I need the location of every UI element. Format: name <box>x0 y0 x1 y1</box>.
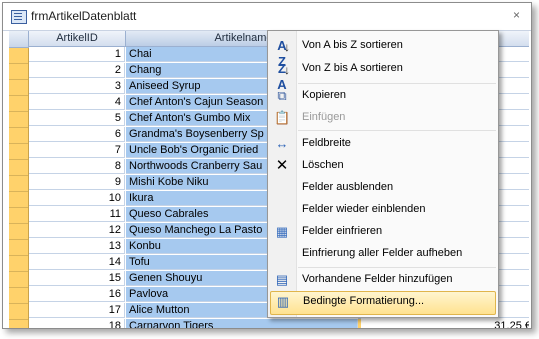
record-selector[interactable] <box>9 207 28 224</box>
context-menu: A Z ↓ Von A bis Z sortieren Z A ↓ Von Z bis … <box>267 30 499 318</box>
close-icon[interactable]: × <box>513 9 525 21</box>
freeze-icon: ▦ <box>275 224 289 239</box>
field-width-icon: ↔ <box>275 136 289 151</box>
cell-artikelid[interactable]: 14 <box>29 255 125 270</box>
menu-separator <box>298 130 496 131</box>
cell-artikelid[interactable]: 13 <box>29 239 125 254</box>
delete-icon: ✕ <box>275 157 289 174</box>
cell-hidden-column[interactable]: 31,25 € <box>362 319 529 328</box>
conditional-format-icon: ▥ <box>276 294 290 309</box>
record-selector[interactable] <box>9 63 28 80</box>
menu-item-label: Einfrierung aller Felder aufheben <box>302 247 463 259</box>
window-title: frmArtikelDatenblatt <box>31 9 137 23</box>
cell-artikelid[interactable]: 6 <box>29 127 125 142</box>
cell-artikelid[interactable]: 1 <box>29 47 125 62</box>
cell-artikelid[interactable]: 15 <box>29 271 125 286</box>
sort-ascending-icon: A Z ↓ <box>277 38 290 69</box>
record-selector[interactable] <box>9 79 28 96</box>
menu-item-paste: 📋 Einfügen <box>268 107 498 129</box>
record-selector[interactable] <box>9 319 28 328</box>
cell-artikelid[interactable]: 11 <box>29 207 125 222</box>
record-selector[interactable] <box>9 47 28 64</box>
menu-item-sort-descending[interactable]: Z A ↓ Von Z bis A sortieren <box>268 58 498 92</box>
cell-artikelname[interactable]: Carnarvon Tigers <box>126 319 358 328</box>
menu-item-copy[interactable]: ⧉ Kopieren <box>268 85 498 107</box>
menu-item-label: Kopieren <box>302 89 347 101</box>
cell-artikelid[interactable]: 16 <box>29 287 125 302</box>
select-all-button[interactable] <box>9 31 29 48</box>
menu-item-freeze-fields[interactable]: ▦ Felder einfrieren <box>268 221 498 243</box>
cell-artikelid[interactable]: 7 <box>29 143 125 158</box>
record-selector[interactable] <box>9 175 28 192</box>
menu-item-label: Felder wieder einblenden <box>302 203 426 215</box>
column-header-artikelid[interactable]: ArtikelID <box>29 31 126 47</box>
cell-artikelid[interactable]: 18 <box>29 319 125 328</box>
menu-item-label: Feldbreite <box>302 137 351 149</box>
menu-item-add-existing-fields[interactable]: ▤ Vorhandene Felder hinzufügen <box>268 269 498 291</box>
menu-item-field-width[interactable]: ↔ Feldbreite <box>268 133 498 155</box>
record-selector[interactable] <box>9 111 28 128</box>
cell-artikelid[interactable]: 17 <box>29 303 125 318</box>
menu-item-label: Bedingte Formatierung... <box>303 295 425 307</box>
menu-item-delete[interactable]: ✕ Löschen <box>268 155 498 177</box>
record-selector[interactable] <box>9 143 28 160</box>
cell-artikelid[interactable]: 12 <box>29 223 125 238</box>
menu-item-label: Felder ausblenden <box>302 181 394 193</box>
menu-item-label: Löschen <box>302 159 344 171</box>
table-row[interactable]: 18Carnarvon Tigers31,25 €42 <box>29 319 529 328</box>
menu-item-sort-ascending[interactable]: A Z ↓ Von A bis Z sortieren <box>268 35 498 69</box>
record-selector[interactable] <box>9 159 28 176</box>
menu-item-label: Von Z bis A sortieren <box>302 62 403 74</box>
record-selector[interactable] <box>9 191 28 208</box>
cell-artikelid[interactable]: 4 <box>29 95 125 110</box>
record-selector[interactable] <box>9 255 28 272</box>
cell-artikelid[interactable]: 5 <box>29 111 125 126</box>
menu-item-unfreeze-all[interactable]: Einfrierung aller Felder aufheben <box>268 243 498 265</box>
cell-artikelid[interactable]: 9 <box>29 175 125 190</box>
selection-edge <box>358 319 361 328</box>
title-bar: frmArtikelDatenblatt × <box>3 3 531 31</box>
cell-artikelid[interactable]: 8 <box>29 159 125 174</box>
add-fields-icon: ▤ <box>275 272 289 287</box>
menu-item-label: Von A bis Z sortieren <box>302 39 403 51</box>
record-selector[interactable] <box>9 127 28 144</box>
menu-item-hide-fields[interactable]: Felder ausblenden <box>268 177 498 199</box>
cell-artikelid[interactable]: 3 <box>29 79 125 94</box>
menu-item-unhide-fields[interactable]: Felder wieder einblenden <box>268 199 498 221</box>
record-selector[interactable] <box>9 223 28 240</box>
menu-item-label: Einfügen <box>302 111 346 123</box>
record-selector-column[interactable] <box>9 31 29 328</box>
cell-artikelid[interactable]: 10 <box>29 191 125 206</box>
form-icon <box>11 10 27 24</box>
record-selector[interactable] <box>9 95 28 112</box>
record-selector[interactable] <box>9 303 28 320</box>
menu-separator <box>298 267 496 268</box>
paste-icon: 📋 <box>274 110 291 125</box>
record-selector[interactable] <box>9 239 28 256</box>
copy-icon: ⧉ <box>277 88 287 103</box>
record-selector[interactable] <box>9 271 28 288</box>
cell-artikelid[interactable]: 2 <box>29 63 125 78</box>
menu-item-label: Vorhandene Felder hinzufügen <box>302 273 453 285</box>
menu-item-label: Felder einfrieren <box>302 225 383 237</box>
sort-descending-icon: Z A ↓ <box>277 61 290 92</box>
record-selector[interactable] <box>9 287 28 304</box>
menu-separator <box>298 83 496 84</box>
